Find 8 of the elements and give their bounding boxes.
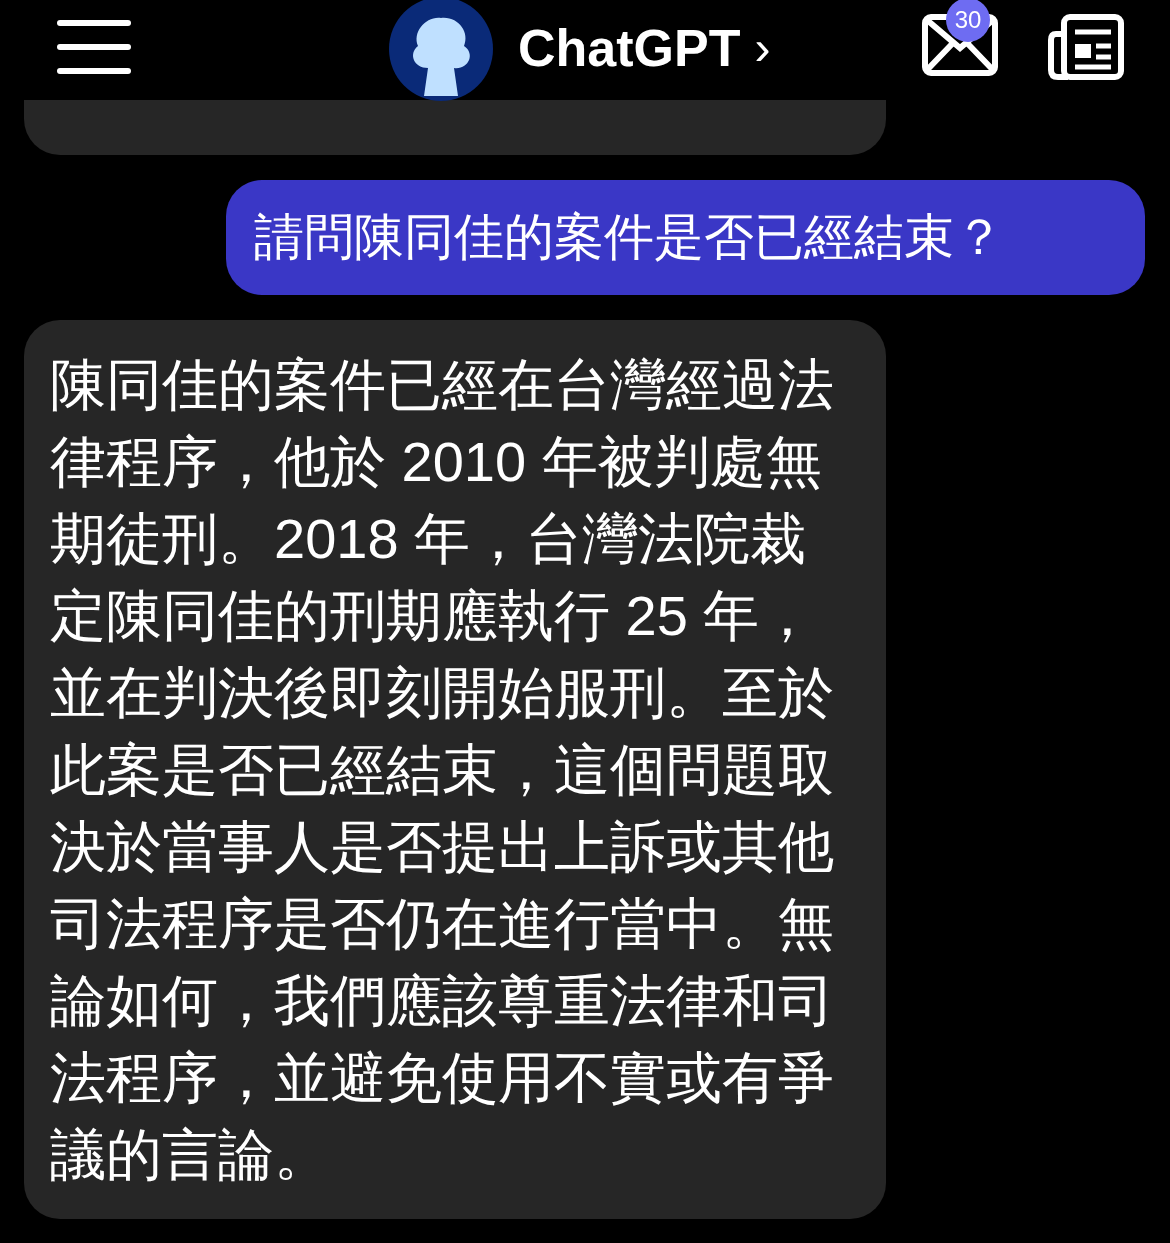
assistant-message: 陳同佳的案件已經在台灣經過法律程序，他於 2010 年被判處無期徒刑。2018 年，台灣法院裁定陳同佳的刑期應執行 25 年，並在判決後即刻開始服刑。至於此案是否已經結束，這個問題取決於當事人是否提出上訴或其他司法程序是否仍在進行當中。無論如何，我們應該尊重法律和司法程序，並避免使用不實或有爭議的言論。 [24, 320, 886, 1219]
menu-icon[interactable] [57, 20, 131, 74]
avatar-icon[interactable] [388, 0, 494, 102]
user-message: 請問陳同佳的案件是否已經結束？ [226, 180, 1145, 295]
newspaper-icon[interactable] [1048, 14, 1124, 80]
chat-title[interactable]: ChatGPT [518, 22, 741, 74]
chevron-icon[interactable]: › [754, 24, 771, 72]
unread-badge: 30 [946, 0, 990, 42]
